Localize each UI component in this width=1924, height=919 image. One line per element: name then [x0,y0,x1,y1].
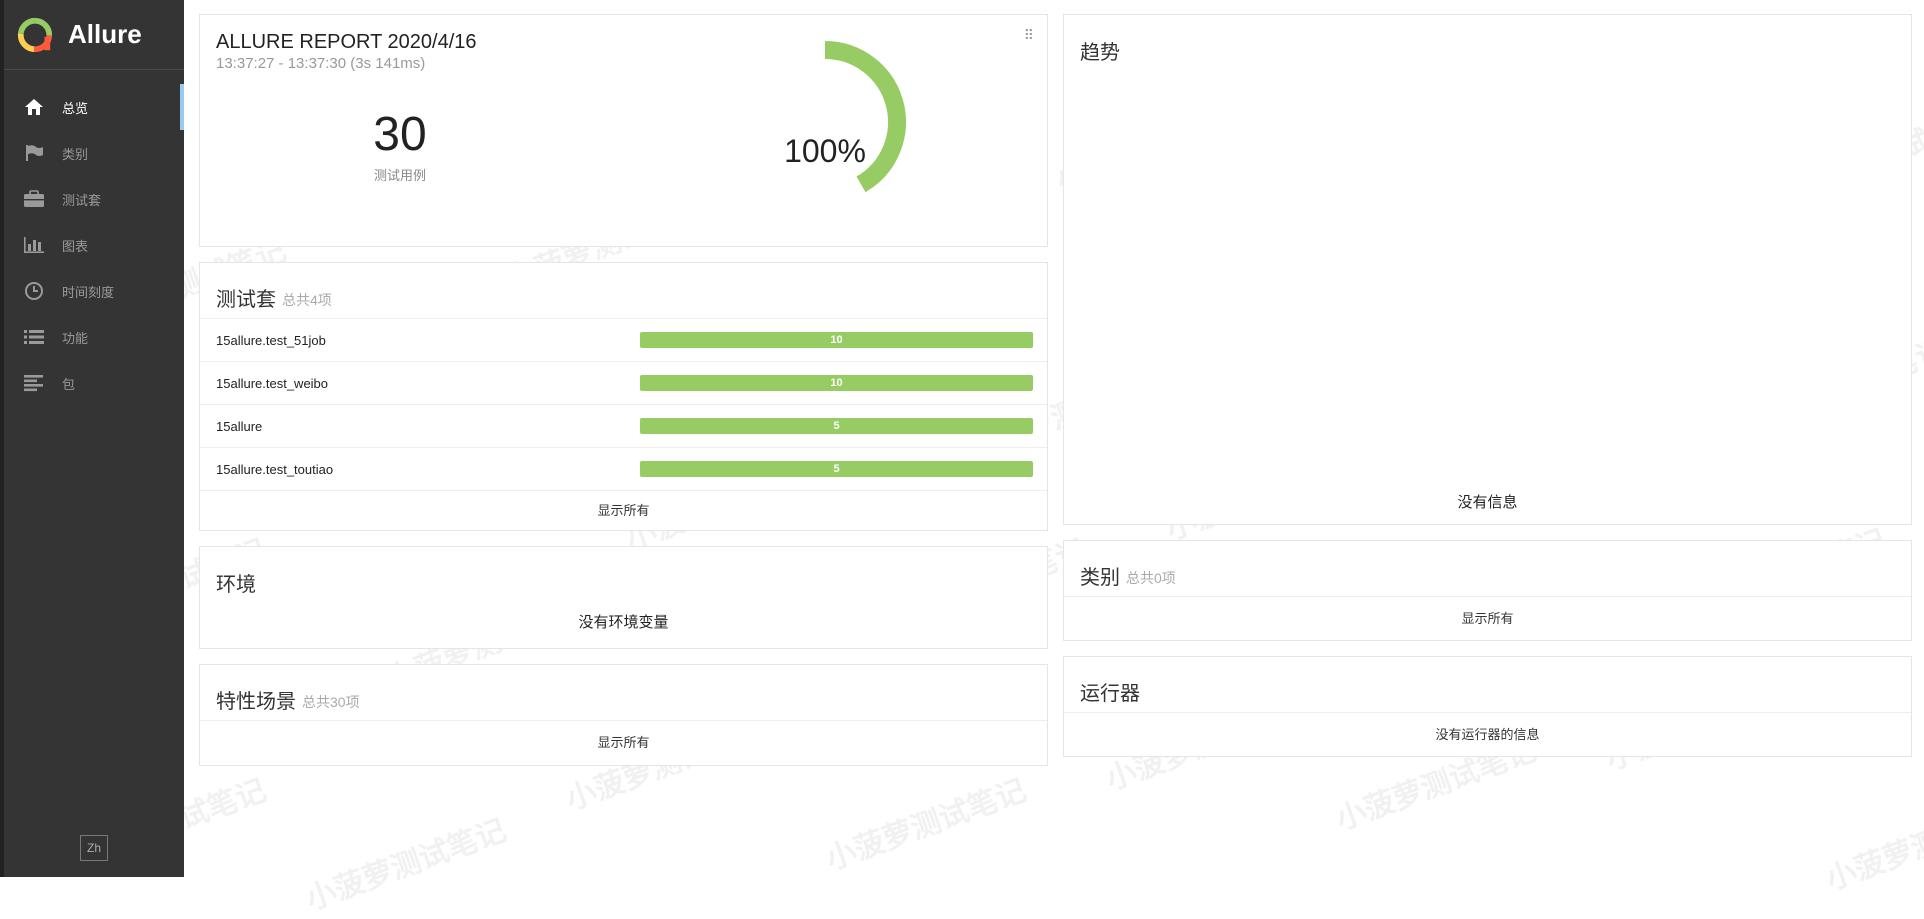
suite-passed-bar: 5 [640,461,1033,477]
environment-title: 环境 [216,573,256,596]
categories-widget: 类别 总共0项 显示所有 [1063,540,1912,641]
features-widget: 特性场景 总共30项 显示所有 [199,664,1048,766]
suites-widget: 测试套 总共4项 15allure.test_51job 10 15allure.t… [199,262,1048,531]
watermark-text: 小菠萝测试笔记 [821,772,1031,878]
features-header: 特性场景 总共30项 [200,665,1047,721]
trend-empty-message: 没有信息 [1457,494,1518,511]
app-name: Allure [68,19,142,49]
sidebar-item-label: 类别 [62,146,89,162]
sidebar-item-label: 时间刻度 [62,284,115,300]
briefcase-icon [22,189,46,209]
brand[interactable]: Allure [4,0,184,70]
environment-empty-message: 没有环境变量 [578,614,669,631]
suites-title: 测试套 [216,289,276,311]
executors-empty-message: 没有运行器的信息 [1435,727,1540,742]
features-subtitle: 总共30项 [302,693,360,710]
environment-widget: 环境 没有环境变量 [199,546,1048,649]
report-title: ALLURE REPORT 2020/4/16 [216,31,477,53]
sidebar: Allure 总览 类别 测试套 图表 时间刻度 功能 包 Zh [0,0,184,877]
align-left-icon [22,373,46,393]
pass-rate-percent: 100% [784,133,866,169]
sidebar-item-suites[interactable]: 测试套 [4,176,184,222]
watermark-text: 小菠萝测试笔记 [1821,792,1924,898]
report-time: 13:37:27 - 13:37:30 (3s 141ms) [216,55,426,72]
allure-logo-icon [17,17,53,52]
sidebar-item-label: 包 [62,376,76,392]
categories-header: 类别 总共0项 [1064,541,1911,597]
categories-subtitle: 总共0项 [1126,569,1176,586]
trend-title: 趋势 [1080,41,1120,64]
summary-widget: ALLURE REPORT 2020/4/16 13:37:27 - 13:37… [199,14,1048,247]
suite-passed-bar: 5 [640,418,1033,434]
pass-rate-pie[interactable] [740,37,910,207]
language-button[interactable]: Zh [80,835,108,861]
sidebar-item-label: 图表 [62,238,89,254]
home-icon [22,97,46,117]
sidebar-item-label: 测试套 [62,192,102,208]
bar-chart-icon [22,235,46,255]
drag-handle-icon[interactable]: ⠿ [1024,27,1034,44]
trend-widget: 趋势 没有信息 [1063,14,1912,525]
environment-header: 环境 [200,547,1047,603]
suite-name: 15allure.test_51job [216,332,326,348]
test-case-count-label: 测试用例 [373,168,426,183]
sidebar-nav: 总览 类别 测试套 图表 时间刻度 功能 包 [4,84,184,406]
list-icon [22,327,46,347]
features-show-all-link[interactable]: 显示所有 [200,721,1047,765]
executors-widget: 运行器 没有运行器的信息 [1063,656,1912,757]
sidebar-item-overview[interactable]: 总览 [4,84,184,130]
categories-show-all-link[interactable]: 显示所有 [1064,597,1911,640]
suites-show-all-link[interactable]: 显示所有 [200,491,1047,531]
sidebar-item-packages[interactable]: 包 [4,360,184,406]
executors-header: 运行器 [1064,657,1911,713]
suite-passed-bar: 10 [640,332,1033,348]
sidebar-item-label: 功能 [62,330,89,346]
clock-icon [22,281,46,301]
features-title: 特性场景 [216,691,296,713]
test-case-count: 30 [373,108,427,161]
table-row[interactable]: 15allure 5 [200,405,1047,448]
flag-icon [22,143,46,163]
table-row[interactable]: 15allure.test_51job 10 [200,319,1047,362]
table-row[interactable]: 15allure.test_weibo 10 [200,362,1047,405]
sidebar-item-label: 总览 [62,100,89,116]
suite-name: 15allure.test_weibo [216,375,329,391]
suite-passed-bar: 10 [640,375,1033,391]
table-row[interactable]: 15allure.test_toutiao 5 [200,448,1047,491]
executors-title: 运行器 [1080,683,1140,705]
categories-title: 类别 [1080,567,1120,589]
watermark-text: 小菠萝测试笔记 [301,812,511,918]
sidebar-item-graphs[interactable]: 图表 [4,222,184,268]
suites-header: 测试套 总共4项 [200,263,1047,319]
sidebar-item-categories[interactable]: 类别 [4,130,184,176]
suites-list: 15allure.test_51job 10 15allure.test_weibo… [200,319,1047,491]
suite-name: 15allure.test_toutiao [216,461,334,477]
trend-header: 趋势 [1064,15,1911,71]
sidebar-item-behaviors[interactable]: 功能 [4,314,184,360]
suites-subtitle: 总共4项 [282,291,332,308]
sidebar-item-timeline[interactable]: 时间刻度 [4,268,184,314]
suite-name: 15allure [216,418,263,434]
